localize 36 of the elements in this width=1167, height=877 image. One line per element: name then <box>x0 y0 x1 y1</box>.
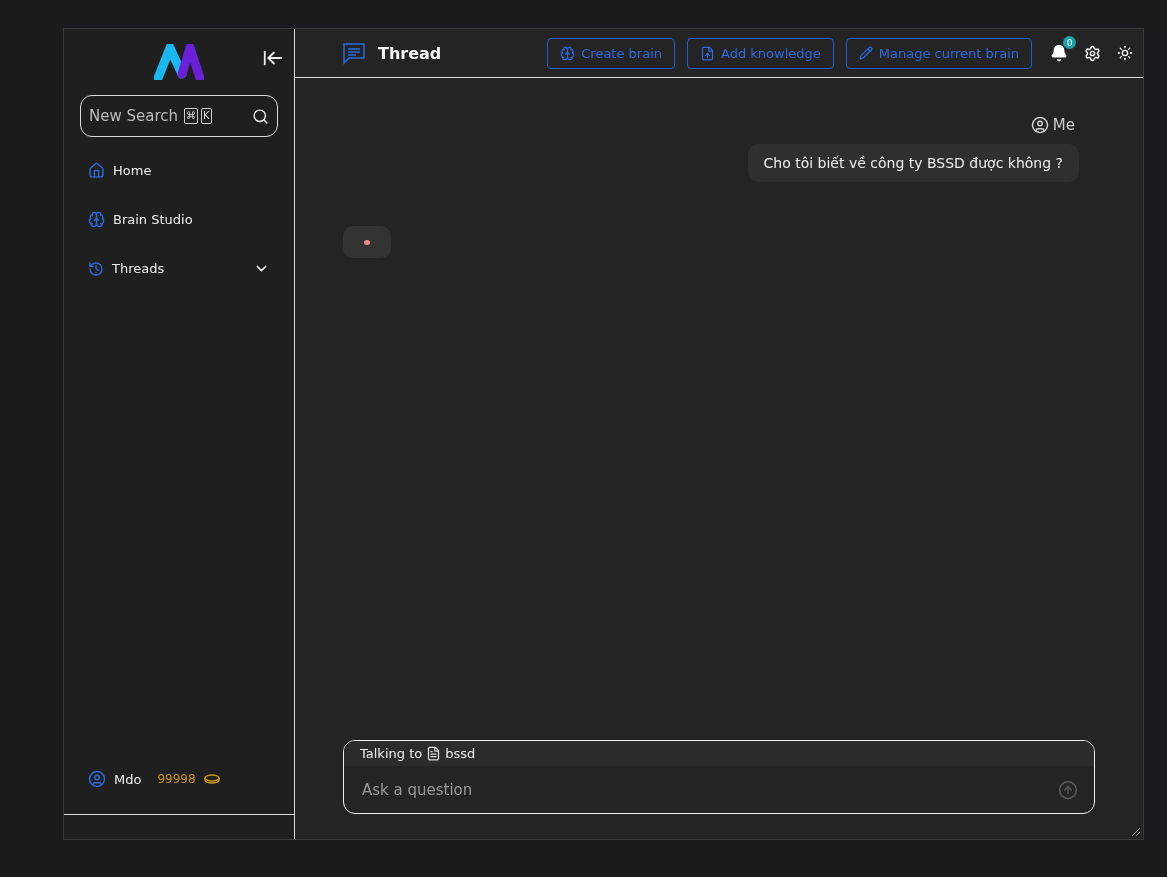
sidebar-label: Brain Studio <box>113 212 194 227</box>
user-name[interactable]: Mdo <box>114 771 142 787</box>
search-field[interactable]: New Search ⌘ K <box>80 95 278 137</box>
theme-toggle-button[interactable] <box>1115 45 1135 61</box>
brain-icon <box>88 211 105 228</box>
history-icon <box>88 260 104 277</box>
notification-count: 0 <box>1063 36 1076 49</box>
file-upload-icon <box>700 45 715 61</box>
sidebar-label: Threads <box>112 261 166 276</box>
credit-count: 99998 <box>157 772 196 786</box>
question-field[interactable]: Talking to bssd Ask a question <box>343 740 1095 814</box>
brain-icon <box>560 45 576 61</box>
question-input[interactable]: Ask a question <box>360 779 1058 800</box>
shortcut-key: ⌘ <box>184 108 198 124</box>
resize-grip-icon[interactable] <box>1129 825 1141 837</box>
sidebar-item[interactable]: Brain Studio <box>64 195 294 244</box>
page-title: Thread <box>378 43 443 63</box>
shortcut-key: K <box>201 108 212 124</box>
user-icon <box>88 770 106 788</box>
brain-name: bssd <box>445 746 476 761</box>
message-author: Me <box>1052 116 1075 134</box>
chat-icon <box>342 41 366 65</box>
loading-dot <box>364 239 370 245</box>
user-icon <box>1030 116 1049 134</box>
search-input[interactable]: New Search <box>89 107 181 125</box>
coin-icon <box>203 774 220 784</box>
pencil-icon <box>858 46 873 60</box>
sidebar-label: Home <box>113 163 153 178</box>
talking-to-label: Talking to <box>360 746 423 761</box>
home-icon <box>88 162 105 179</box>
sidebar-item[interactable]: Home <box>64 146 294 195</box>
search-icon <box>252 107 269 125</box>
logo-icon <box>154 44 204 80</box>
document-icon <box>426 746 442 761</box>
user-message: Cho tôi biết về công ty BSSD được không ? <box>747 144 1079 182</box>
sidebar-item[interactable]: Threads <box>64 244 294 293</box>
